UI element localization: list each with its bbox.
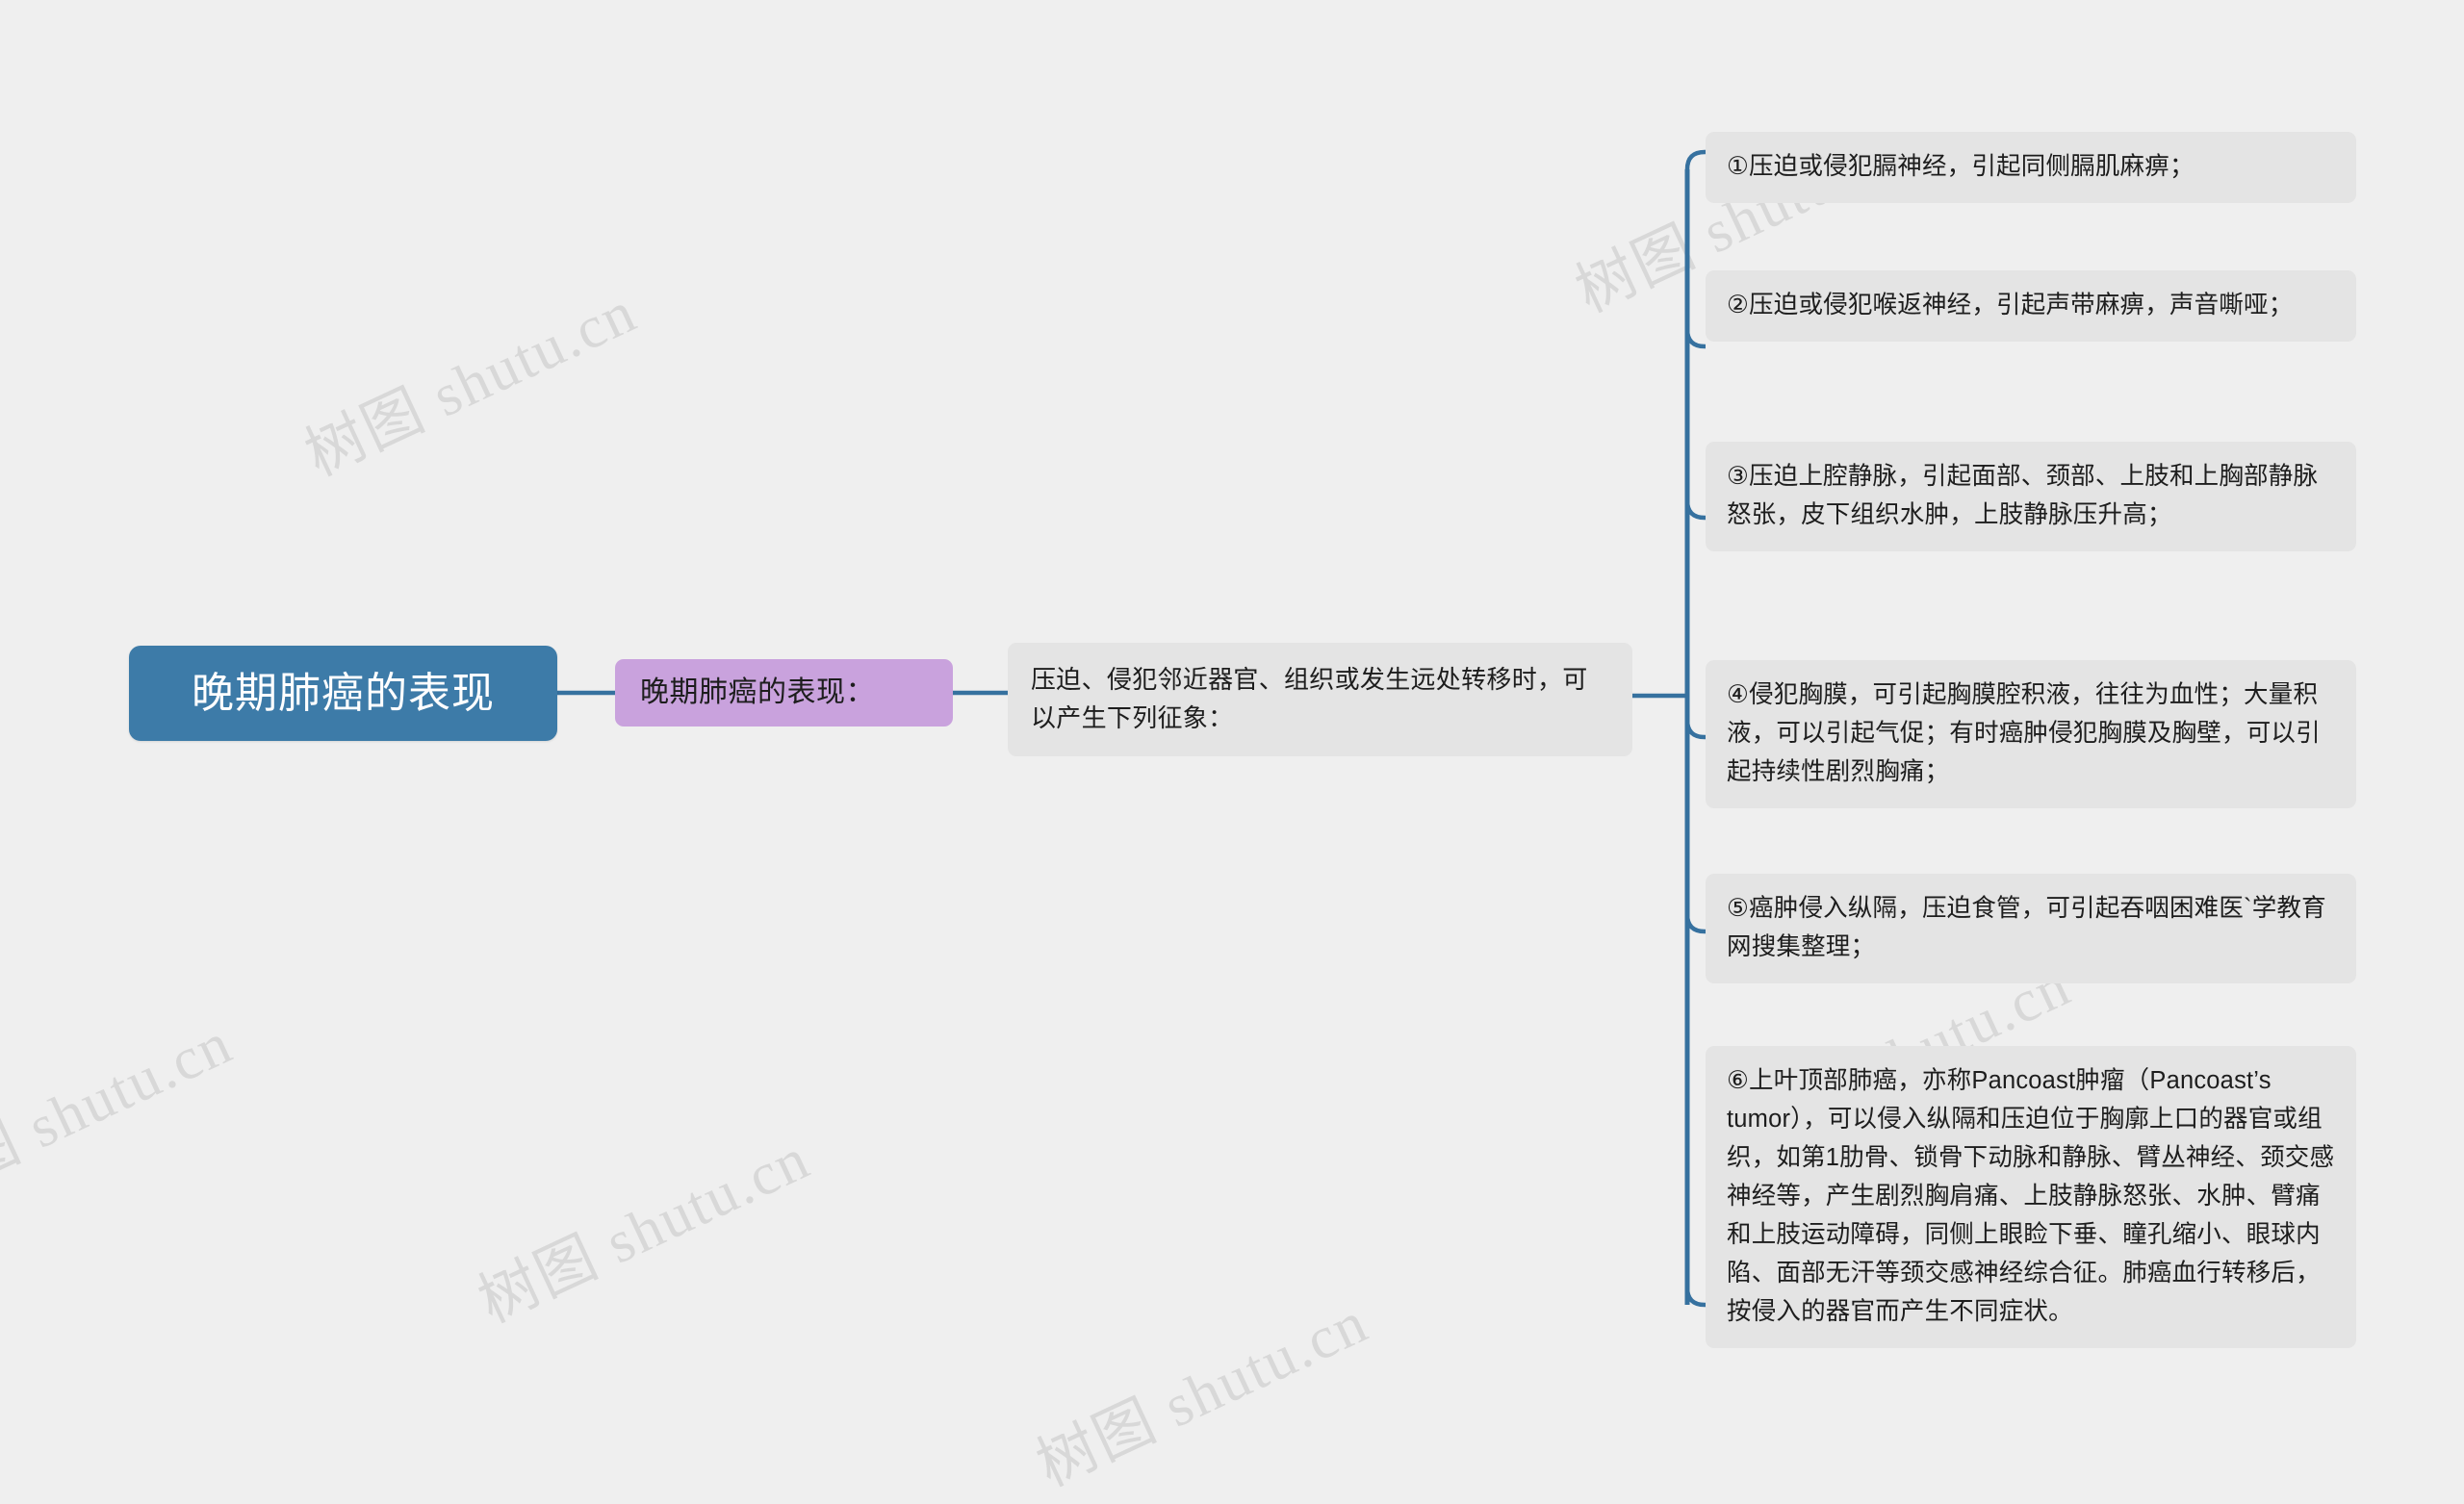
mindmap-canvas: 晚期肺癌的表现 晚期肺癌的表现： 压迫、侵犯邻近器官、组织或发生远处转移时，可以… [0, 0, 2464, 1504]
level2-node[interactable]: 压迫、侵犯邻近器官、组织或发生远处转移时，可以产生下列征象： [1008, 643, 1632, 756]
leaf-node-2[interactable]: ②压迫或侵犯喉返神经，引起声带麻痹，声音嘶哑； [1706, 270, 2356, 342]
leaf-node-1[interactable]: ①压迫或侵犯膈神经，引起同侧膈肌麻痹； [1706, 132, 2356, 203]
edge-stub-3 [1684, 499, 1706, 521]
edge-stub-6 [1684, 1287, 1706, 1308]
edge-stub-2 [1684, 328, 1706, 349]
leaf-node-6[interactable]: ⑥上叶顶部肺癌，亦称Pancoast肿瘤（Pancoast’s tumor），可… [1706, 1046, 2356, 1348]
edge-stub-5 [1684, 913, 1706, 934]
leaf-node-5[interactable]: ⑤癌肿侵入纵隔，压迫食管，可引起吞咽困难医`学教育网搜集整理； [1706, 874, 2356, 983]
edge-stub-1 [1684, 149, 1706, 170]
leaf-node-3[interactable]: ③压迫上腔静脉，引起面部、颈部、上肢和上胸部静脉怒张，皮下组织水肿，上肢静脉压升… [1706, 442, 2356, 551]
leaf-node-4[interactable]: ④侵犯胸膜，可引起胸膜腔积液，往往为血性；大量积液，可以引起气促；有时癌肿侵犯胸… [1706, 660, 2356, 808]
level1-node[interactable]: 晚期肺癌的表现： [615, 659, 953, 727]
edge-stub-4 [1684, 719, 1706, 740]
root-node[interactable]: 晚期肺癌的表现 [129, 646, 557, 741]
